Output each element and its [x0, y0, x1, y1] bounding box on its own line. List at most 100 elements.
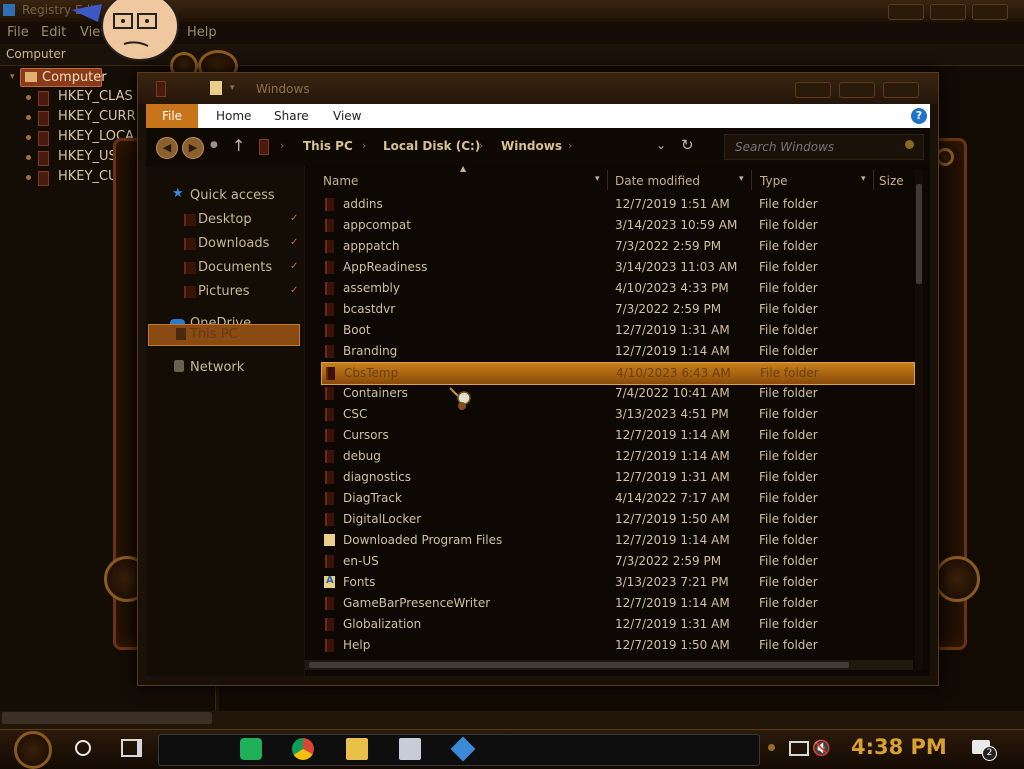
tab-home[interactable]: Home	[216, 109, 251, 123]
file-row[interactable]: apppatch 7/3/2022 2:59 PM File folder	[321, 236, 913, 257]
tree-item-hkey-classes-root[interactable]: HKEY_CLAS	[58, 89, 133, 104]
nav-desktop[interactable]: Desktop	[198, 212, 252, 227]
computer-icon[interactable]	[399, 738, 421, 760]
file-row[interactable]: Branding 12/7/2019 1:14 AM File folder	[321, 341, 913, 362]
tree-expand-icon[interactable]	[26, 95, 31, 100]
search-input[interactable]	[733, 139, 897, 155]
search-circle-icon[interactable]	[75, 740, 91, 756]
tree-item-computer[interactable]: Computer	[20, 68, 107, 87]
column-header-name[interactable]: Name	[323, 174, 358, 188]
nav-pictures[interactable]: Pictures	[198, 284, 249, 299]
column-divider[interactable]	[873, 170, 874, 190]
file-row[interactable]: DiagTrack 4/14/2022 7:17 AM File folder	[321, 488, 913, 509]
tree-collapse-icon[interactable]: ▾	[10, 72, 15, 82]
taskbar-clock[interactable]: 4:38 PM	[851, 735, 947, 759]
breadcrumb-separator-icon[interactable]: ›	[280, 139, 284, 152]
file-row[interactable]: en-US 7/3/2022 2:59 PM File folder	[321, 551, 913, 572]
pin-icon[interactable]: ✓	[290, 213, 298, 224]
chevron-down-icon[interactable]: ▾	[230, 83, 235, 93]
chevron-down-icon[interactable]: ▾	[739, 174, 744, 184]
refresh-icon[interactable]: ↻	[681, 136, 694, 154]
breadcrumb-separator-icon[interactable]: ›	[362, 139, 366, 152]
file-row[interactable]: CbsTemp 4/10/2023 6:43 AM File folder	[321, 362, 915, 385]
tree-expand-icon[interactable]	[26, 155, 31, 160]
address-dropdown-icon[interactable]: ⌄	[656, 138, 666, 152]
help-icon[interactable]: ?	[911, 108, 927, 124]
breadcrumb-separator-icon[interactable]: ›	[479, 139, 483, 152]
pin-icon[interactable]: ✓	[290, 285, 298, 296]
up-arrow-icon[interactable]: ↑	[232, 136, 245, 155]
file-type: File folder	[759, 344, 818, 358]
file-row[interactable]: appcompat 3/14/2023 10:59 AM File folder	[321, 215, 913, 236]
file-row[interactable]: debug 12/7/2019 1:14 AM File folder	[321, 446, 913, 467]
registry-horizontal-scrollbar[interactable]	[2, 712, 212, 724]
tree-expand-icon[interactable]	[26, 175, 31, 180]
tree-item-hkey-current-user[interactable]: HKEY_CURR	[58, 109, 136, 124]
search-box[interactable]	[724, 134, 924, 160]
pin-icon[interactable]: ✓	[290, 237, 298, 248]
nav-documents[interactable]: Documents	[198, 260, 272, 275]
recent-locations-icon[interactable]: ●	[210, 140, 218, 150]
file-row[interactable]: DigitalLocker 12/7/2019 1:50 AM File folde…	[321, 509, 913, 530]
file-row[interactable]: Boot 12/7/2019 1:31 AM File folder	[321, 320, 913, 341]
column-header-type[interactable]: Type	[760, 174, 788, 188]
sheets-icon[interactable]	[240, 738, 262, 760]
breadcrumb-windows[interactable]: Windows	[501, 139, 562, 153]
tab-share[interactable]: Share	[274, 109, 309, 123]
tray-overflow-icon[interactable]	[768, 744, 775, 751]
chrome-icon[interactable]	[292, 738, 314, 760]
file-row[interactable]: Downloaded Program Files 12/7/2019 1:14 A…	[321, 530, 913, 551]
explorer-minimize-button[interactable]	[795, 82, 831, 98]
back-arrow-icon[interactable]: ◀	[156, 137, 178, 159]
file-row[interactable]: GameBarPresenceWriter 12/7/2019 1:14 AM Fi…	[321, 593, 913, 614]
network-status-icon[interactable]	[789, 741, 809, 756]
start-gear-icon[interactable]	[14, 731, 52, 769]
volume-muted-icon[interactable]: 🔇	[812, 739, 831, 757]
chevron-down-icon[interactable]: ▾	[595, 174, 600, 184]
task-view-icon[interactable]	[121, 739, 142, 757]
column-divider[interactable]	[607, 170, 608, 190]
file-row[interactable]: Containers 7/4/2022 10:41 AM File folder	[321, 383, 913, 404]
column-header-date-modified[interactable]: Date modified	[615, 174, 700, 188]
file-row[interactable]: addins 12/7/2019 1:51 AM File folder	[321, 194, 913, 215]
registry-maximize-button[interactable]	[930, 4, 966, 20]
file-row[interactable]: Cursors 12/7/2019 1:14 AM File folder	[321, 425, 913, 446]
tree-expand-icon[interactable]	[26, 115, 31, 120]
file-row[interactable]: CSC 3/13/2023 4:51 PM File folder	[321, 404, 913, 425]
file-row[interactable]: AppReadiness 3/14/2023 11:03 AM File folde…	[321, 257, 913, 278]
breadcrumb-this-pc[interactable]: This PC	[303, 139, 353, 153]
file-name: diagnostics	[343, 470, 412, 484]
file-row[interactable]: bcastdvr 7/3/2022 2:59 PM File folder	[321, 299, 913, 320]
breadcrumb-separator-icon[interactable]: ›	[568, 139, 572, 152]
file-row[interactable]: Globalization 12/7/2019 1:31 AM File folde…	[321, 614, 913, 635]
file-row[interactable]: Fonts 3/13/2023 7:21 PM File folder	[321, 572, 913, 593]
pin-icon[interactable]: ✓	[290, 261, 298, 272]
nav-quick-access[interactable]: Quick access	[190, 188, 275, 203]
registry-minimize-button[interactable]	[888, 4, 924, 20]
file-name: bcastdvr	[343, 302, 396, 316]
nav-this-pc[interactable]: This PC	[190, 327, 238, 342]
breadcrumb-local-disk[interactable]: Local Disk (C:)	[383, 139, 480, 153]
horizontal-scrollbar-thumb[interactable]	[309, 662, 849, 668]
column-header-size[interactable]: Size	[879, 174, 904, 188]
chevron-down-icon[interactable]: ▾	[861, 174, 866, 184]
tab-view[interactable]: View	[333, 109, 361, 123]
file-row[interactable]: assembly 4/10/2023 4:33 PM File folder	[321, 278, 913, 299]
registry-menu-help[interactable]: Help	[187, 25, 217, 40]
explorer-close-button[interactable]	[883, 82, 919, 98]
nav-network[interactable]: Network	[190, 360, 244, 375]
registry-close-button[interactable]	[972, 4, 1008, 20]
registry-menu-file[interactable]: File	[7, 25, 29, 40]
vertical-scrollbar-thumb[interactable]	[916, 184, 922, 284]
explorer-maximize-button[interactable]	[839, 82, 875, 98]
tree-expand-icon[interactable]	[26, 135, 31, 140]
search-icon[interactable]	[905, 140, 914, 149]
tab-file[interactable]: File	[146, 104, 198, 128]
forward-arrow-icon[interactable]: ▶	[182, 137, 204, 159]
file-row[interactable]: diagnostics 12/7/2019 1:31 AM File folder	[321, 467, 913, 488]
column-divider[interactable]	[751, 170, 752, 190]
file-row[interactable]: Help 12/7/2019 1:50 AM File folder	[321, 635, 913, 656]
quick-access-toolbar-icon[interactable]	[156, 81, 166, 97]
file-explorer-icon[interactable]	[346, 738, 368, 760]
nav-downloads[interactable]: Downloads	[198, 236, 269, 251]
